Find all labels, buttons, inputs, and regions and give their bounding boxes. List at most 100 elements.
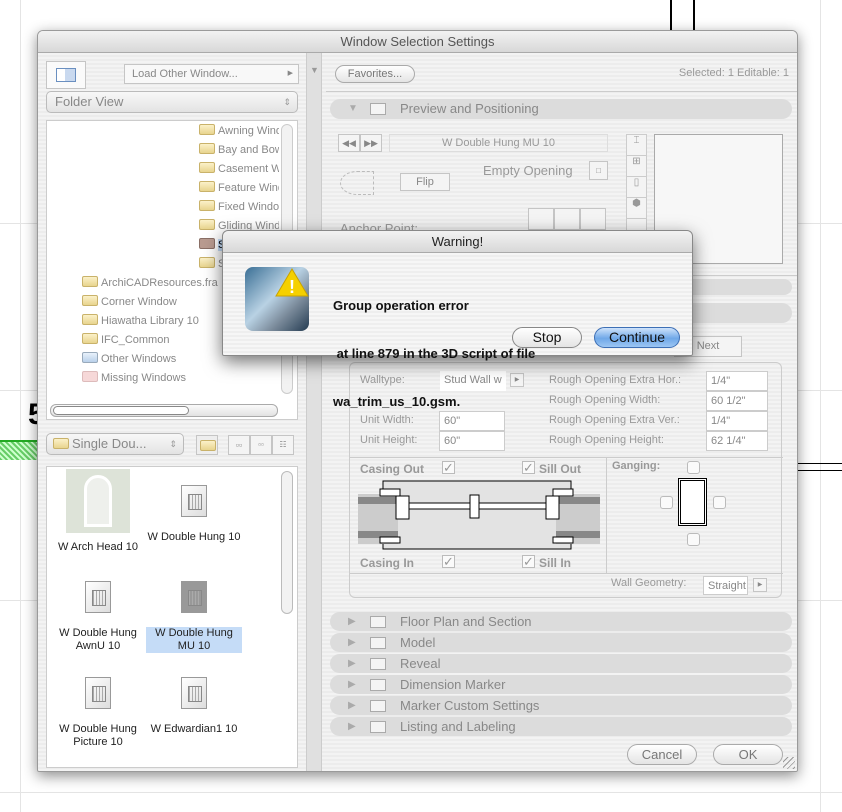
folder-icon (82, 371, 98, 382)
ro-height-input[interactable]: 62 1/4" (706, 431, 768, 451)
panel-preview-and-positioning[interactable]: ▼ Preview and Positioning (330, 99, 792, 119)
panel-dimension-marker[interactable]: ▶ Dimension Marker (330, 675, 792, 694)
object-name: W Double Hung MU 10 (389, 134, 608, 152)
window-icon (370, 103, 386, 115)
anchor-center-button[interactable] (554, 208, 580, 230)
small-icons-button[interactable]: ▫▫ (250, 435, 272, 455)
warning-icon: ! (275, 268, 309, 297)
folder-icon (199, 162, 215, 173)
scroll-thumb[interactable] (53, 406, 189, 415)
wall-geometry-value[interactable]: Straight (703, 576, 748, 595)
cancel-button[interactable]: Cancel (627, 744, 697, 765)
list-view-button[interactable]: ☷ (272, 435, 294, 455)
casing-in-label: Casing In (360, 556, 415, 570)
load-other-window-label: Load Other Window... (132, 68, 238, 80)
warning-line: wa_trim_us_10.gsm. (333, 394, 461, 409)
library-item[interactable]: W Arch Head 10 (50, 469, 146, 554)
ro-width-input[interactable]: 60 1/2" (706, 391, 768, 411)
stop-button[interactable]: Stop (512, 327, 582, 348)
casing-in-checkbox[interactable]: ✓ (442, 555, 455, 568)
large-icons-icon: ▫▫ (235, 440, 243, 450)
panel-floor-plan-and-section[interactable]: ▶ Floor Plan and Section (330, 612, 792, 631)
tree-item-label: Fixed Windo (218, 201, 279, 213)
folder-icon (199, 124, 215, 135)
preview-mode-toolbar[interactable]: ⌶ ⊞ ▯ ⬢ (626, 134, 647, 239)
ganging-right-checkbox[interactable] (713, 496, 726, 509)
parent-folder-button[interactable] (196, 435, 218, 455)
panel-listing-and-labeling[interactable]: ▶ Listing and Labeling (330, 717, 792, 736)
library-items-grid[interactable]: W Arch Head 10 W Double Hung 10 W Double H… (46, 466, 298, 768)
arch-window-icon (84, 475, 112, 527)
panel-title: Dimension Marker (400, 677, 506, 692)
tree-item[interactable]: Missing Windows (82, 369, 252, 388)
ganging-top-checkbox[interactable] (687, 461, 700, 474)
load-other-window-button[interactable]: Load Other Window... ▶ (124, 64, 299, 84)
sill-out-checkbox[interactable]: ✓ (522, 461, 535, 474)
plan-view-icon[interactable]: ⌶ (627, 135, 646, 156)
collapsed-triangle-icon: ▶ (348, 679, 356, 690)
resize-grip[interactable] (783, 757, 795, 769)
ro-extra-hor-input[interactable]: 1/4" (706, 371, 768, 391)
large-icons-button[interactable]: ▫▫ (228, 435, 250, 455)
favorites-button[interactable]: Favorites... (335, 65, 415, 83)
library-item[interactable]: W Double Hung Picture 10 (50, 661, 146, 749)
pane-splitter[interactable]: ▼ (306, 53, 322, 771)
arrow-right-icon: ▶ (287, 70, 293, 77)
folder-icon (199, 219, 215, 230)
warning-title: Warning! (223, 231, 692, 253)
library-item[interactable]: W Double Hung AwnU 10 (50, 565, 146, 653)
ro-extra-ver-label: Rough Opening Extra Ver.: (549, 414, 680, 426)
library-scrollbar[interactable] (281, 471, 293, 614)
tree-item-label: Corner Window (101, 296, 177, 308)
library-item-label: W Double Hung MU 10 (146, 627, 242, 653)
tree-item[interactable]: Bay and Bow (199, 141, 279, 160)
tree-item-label: Missing Windows (101, 372, 186, 384)
continue-button[interactable]: Continue (594, 327, 680, 348)
ganging-left-checkbox[interactable] (660, 496, 673, 509)
document-icon (85, 677, 111, 709)
warning-alert: Warning! ! Group operation error at line… (222, 230, 693, 409)
collapsed-triangle-icon: ▶ (348, 658, 356, 669)
library-item[interactable]: W Double Hung 10 (146, 469, 242, 544)
tree-horizontal-scrollbar[interactable] (50, 404, 278, 417)
panel-title: Preview and Positioning (400, 101, 539, 116)
casing-out-checkbox[interactable]: ✓ (442, 461, 455, 474)
panel-reveal[interactable]: ▶ Reveal (330, 654, 792, 673)
folder-icon (82, 352, 98, 363)
elevation-view-icon[interactable]: ⊞ (627, 156, 646, 177)
tree-item[interactable]: Awning Windows (199, 122, 279, 141)
flip-button[interactable]: Flip (400, 173, 450, 191)
folder-icon (82, 276, 98, 287)
tree-item[interactable]: Feature Wind (199, 179, 279, 198)
selected-wall[interactable] (0, 440, 40, 460)
side-view-icon[interactable]: ▯ (627, 177, 646, 198)
panel-marker-custom-settings[interactable]: ▶ Marker Custom Settings (330, 696, 792, 715)
panel-model[interactable]: ▶ Model (330, 633, 792, 652)
ro-extra-ver-input[interactable]: 1/4" (706, 411, 768, 431)
list-icon: ☷ (279, 440, 287, 449)
wall-geometry-menu-button[interactable]: ▶ (753, 578, 767, 592)
casing-section-diagram[interactable] (358, 479, 600, 553)
anchor-left-button[interactable] (528, 208, 554, 230)
ganging-bottom-checkbox[interactable] (687, 533, 700, 546)
folder-icon (53, 438, 69, 449)
sill-in-checkbox[interactable]: ✓ (522, 555, 535, 568)
warning-line: Group operation error (333, 298, 469, 313)
tree-item[interactable]: Casement W (199, 160, 279, 179)
next-object-button[interactable]: ▶▶ (360, 134, 382, 152)
folder-select[interactable]: Single Dou... ⇕ (46, 433, 184, 455)
tree-item-label: Casement W (218, 163, 279, 175)
document-icon (181, 581, 207, 613)
view-mode-button[interactable] (46, 61, 86, 89)
wall-line (693, 0, 695, 30)
tree-item[interactable]: Fixed Windo (199, 198, 279, 217)
view-select[interactable]: Folder View ⇕ (46, 91, 298, 113)
previous-button[interactable]: ◀◀ (338, 134, 360, 152)
3d-view-icon[interactable]: ⬢ (627, 198, 646, 219)
anchor-right-button[interactable] (580, 208, 606, 230)
library-item[interactable]: W Edwardian1 10 (146, 661, 242, 736)
library-item[interactable]: W Double Hung MU 10 (146, 565, 242, 653)
ok-button[interactable]: OK (713, 744, 783, 765)
sill-in-label: Sill In (539, 556, 572, 570)
empty-opening-checkbox[interactable]: □ (589, 161, 608, 180)
